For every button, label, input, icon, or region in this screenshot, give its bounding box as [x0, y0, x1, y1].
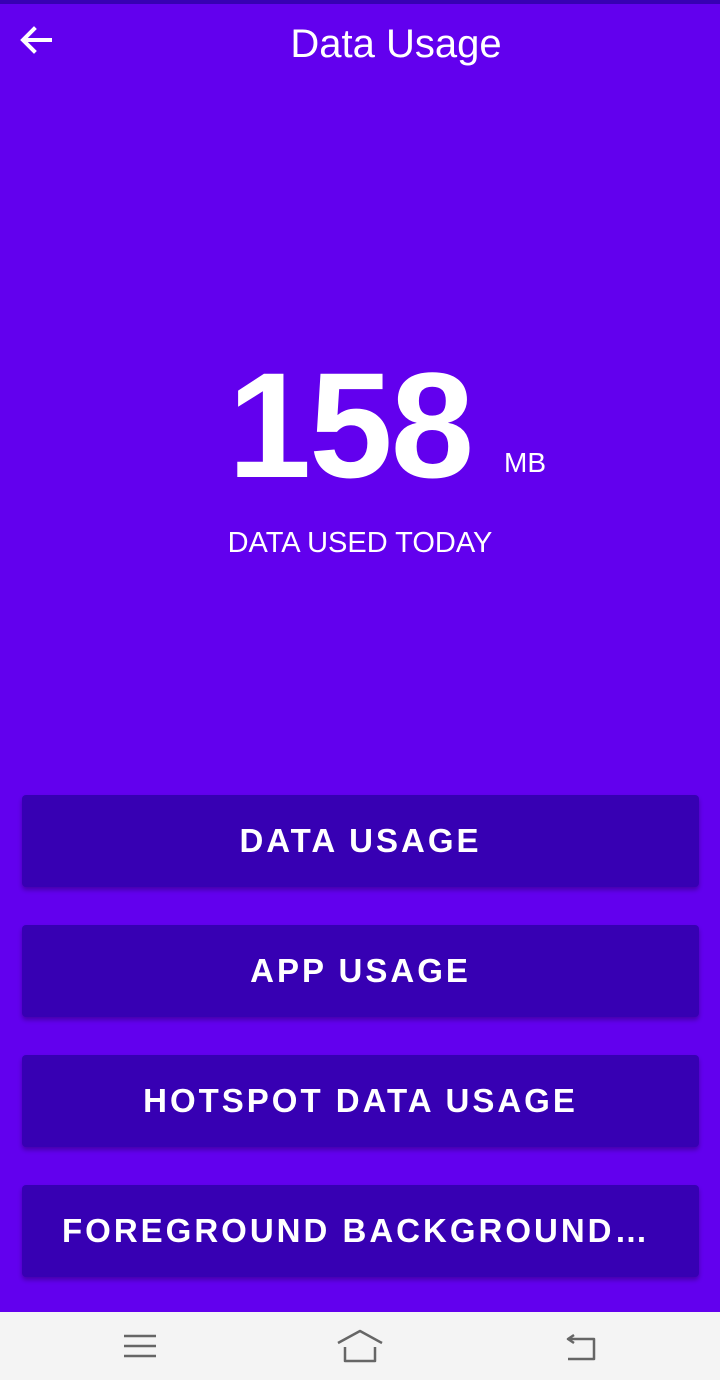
- data-amount: 158: [227, 341, 474, 509]
- data-unit: MB: [504, 447, 546, 478]
- app-bar: Data Usage: [0, 4, 720, 88]
- usage-caption: DATA USED TODAY: [227, 527, 493, 559]
- menu-icon: [124, 1334, 156, 1358]
- home-icon: [337, 1329, 383, 1363]
- back-icon: [566, 1333, 596, 1361]
- app-usage-button-label: APP USAGE: [250, 952, 471, 989]
- nav-back-button[interactable]: [550, 1326, 610, 1366]
- nav-menu-button[interactable]: [110, 1326, 170, 1366]
- app-usage-button[interactable]: APP USAGE: [22, 925, 699, 1017]
- page-title: Data Usage: [290, 22, 502, 66]
- hotspot-data-usage-button-label: HOTSPOT DATA USAGE: [143, 1082, 578, 1119]
- nav-home-button[interactable]: [330, 1326, 390, 1366]
- navigation-bar: [0, 1312, 720, 1380]
- data-usage-button[interactable]: DATA USAGE: [22, 795, 699, 887]
- hotspot-data-usage-button[interactable]: HOTSPOT DATA USAGE: [22, 1055, 699, 1147]
- foreground-background-usage-button[interactable]: FOREGROUND BACKGROUND U…: [22, 1185, 699, 1277]
- usage-summary: 158 MB DATA USED TODAY: [0, 341, 720, 559]
- data-usage-button-label: DATA USAGE: [239, 822, 482, 859]
- foreground-background-usage-button-label: FOREGROUND BACKGROUND U…: [62, 1212, 659, 1249]
